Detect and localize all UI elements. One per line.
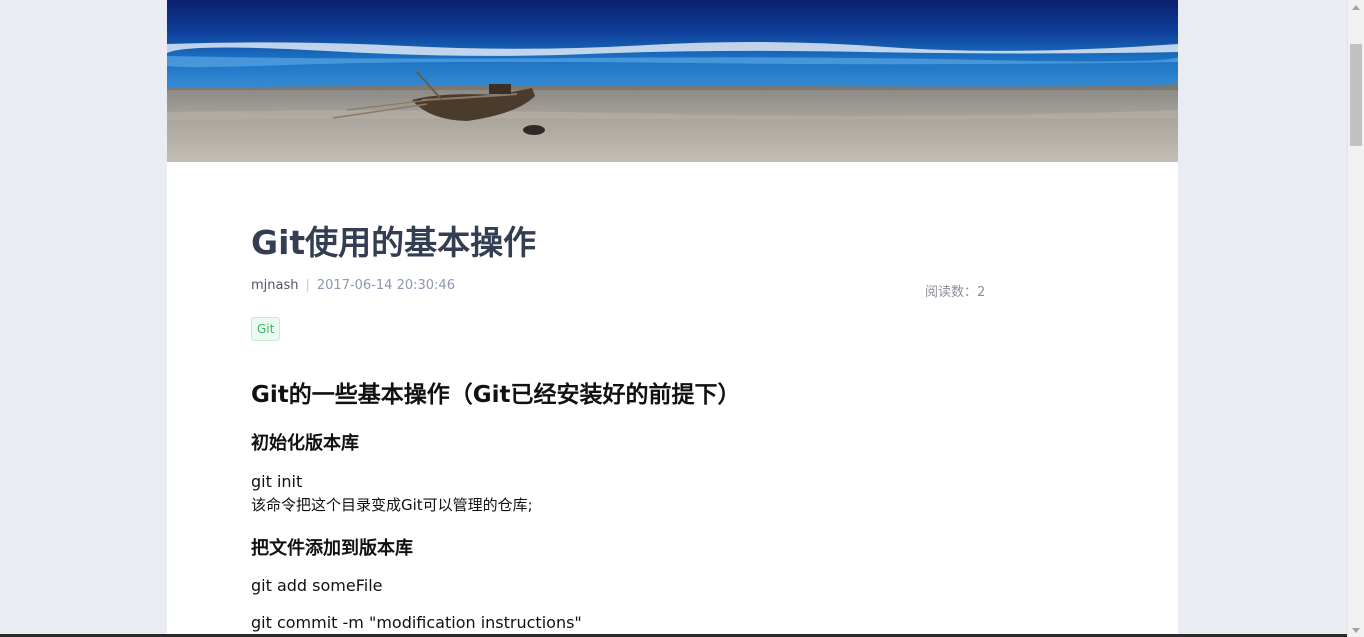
read-count: 阅读数：2 [925, 285, 986, 300]
command-git-init: git init [251, 472, 303, 491]
post-date: 2017-06-14 20:30:46 [316, 278, 455, 293]
section-title-add: 把文件添加到版本库 [251, 538, 413, 559]
command-git-add: git add someFile [251, 576, 383, 595]
author-link[interactable]: mjnash [251, 278, 299, 293]
meta-separator: | [305, 278, 310, 293]
scroll-up-icon[interactable] [1352, 5, 1360, 10]
page: Git使用的基本操作 mjnash | 2017-06-14 20:30:46 阅读… [0, 0, 1364, 637]
banner-image [167, 0, 1178, 162]
vertical-scrollbar[interactable] [1347, 0, 1364, 637]
article-container: Git使用的基本操作 mjnash | 2017-06-14 20:30:46 阅读… [167, 0, 1178, 637]
article-heading: Git的一些基本操作（Git已经安装好的前提下） [251, 382, 741, 408]
scroll-thumb[interactable] [1350, 44, 1362, 146]
description-git-init: 该命令把这个目录变成Git可以管理的仓库; [251, 496, 533, 514]
section-title-init: 初始化版本库 [251, 433, 359, 454]
post-meta: mjnash | 2017-06-14 20:30:46 [251, 278, 455, 293]
command-git-commit: git commit -m "modification instructions… [251, 613, 582, 632]
scroll-down-icon[interactable] [1352, 628, 1360, 633]
post-title: Git使用的基本操作 [251, 223, 537, 262]
tag-git[interactable]: Git [251, 317, 281, 341]
